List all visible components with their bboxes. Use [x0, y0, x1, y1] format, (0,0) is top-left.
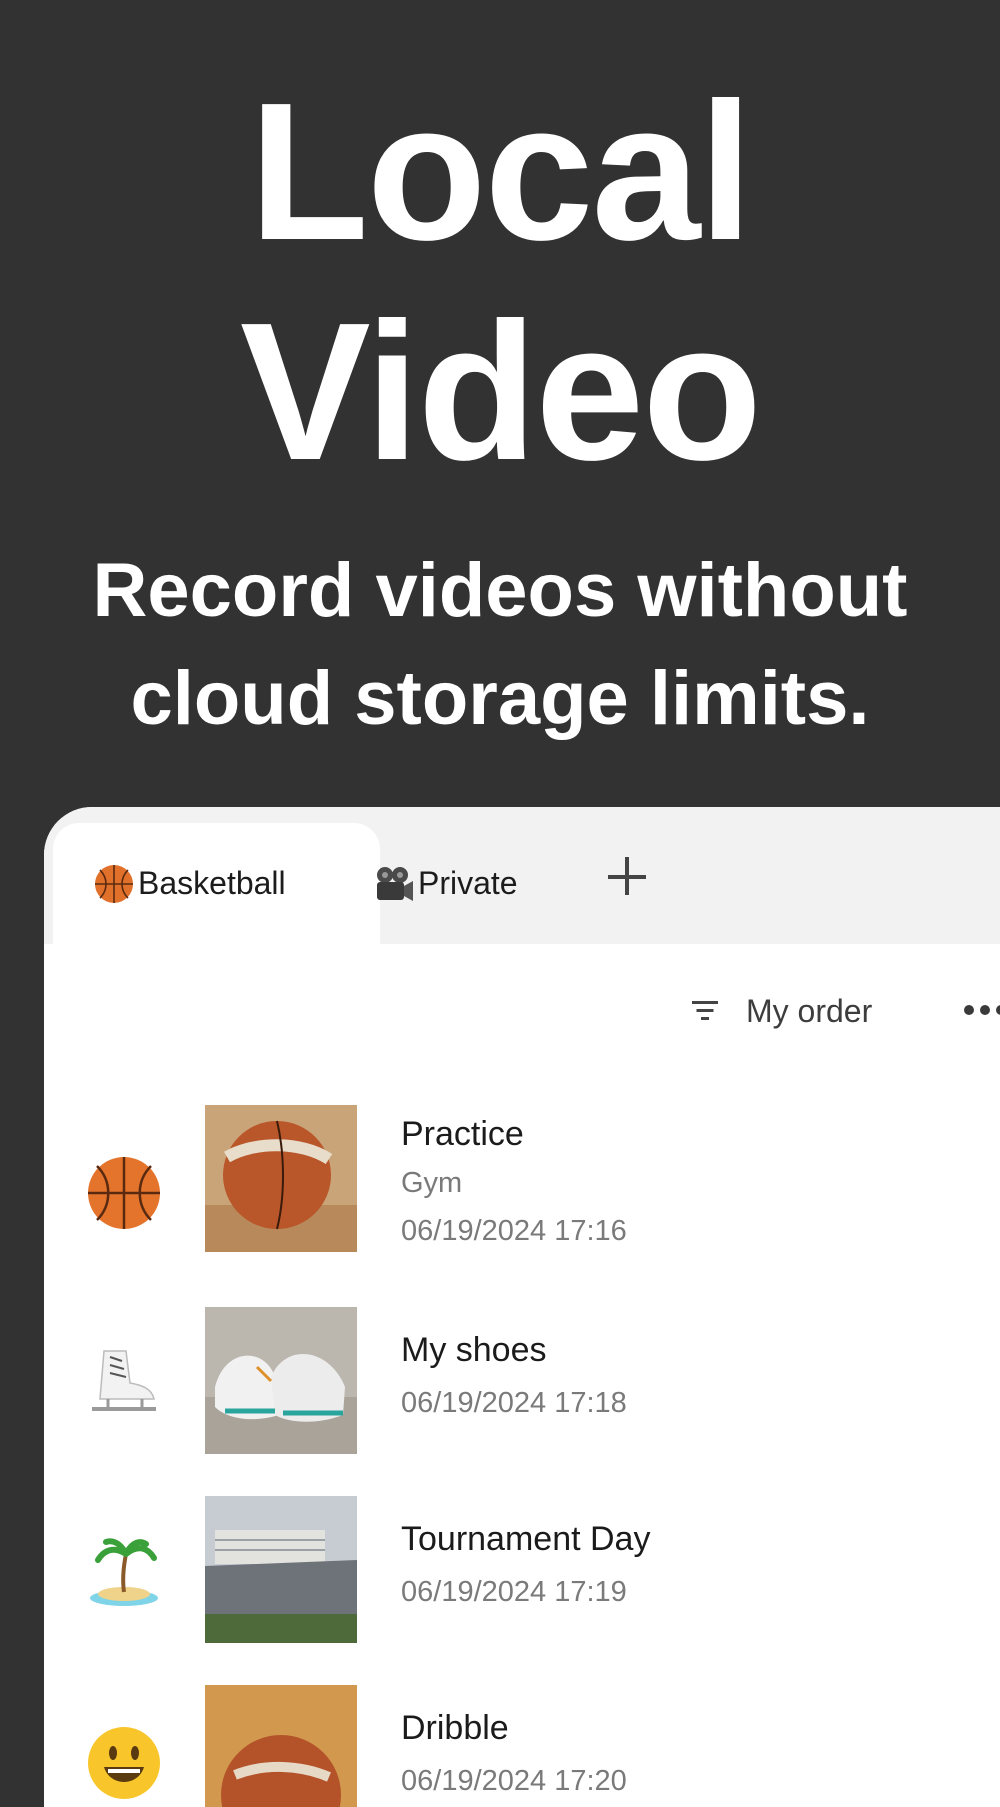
- tab-basketball-label: Basketball: [138, 865, 286, 901]
- ice-skate-icon: [92, 1350, 156, 1411]
- sort-button[interactable]: My order: [690, 983, 872, 1039]
- plus-icon[interactable]: [608, 857, 648, 897]
- tab-private[interactable]: Private: [374, 823, 518, 944]
- video-date: 06/19/2024 17:16: [401, 1215, 627, 1247]
- app-panel: Basketball Private My order Practice Gym…: [44, 807, 1000, 1807]
- video-thumbnail[interactable]: [205, 1685, 357, 1807]
- video-date: 06/19/2024 17:18: [401, 1387, 627, 1419]
- basketball-icon: [95, 864, 133, 903]
- filter-icon: [690, 999, 720, 1023]
- video-location: Gym: [401, 1167, 463, 1199]
- more-icon[interactable]: [964, 1005, 1000, 1015]
- headline-line-2: Video: [239, 282, 762, 501]
- video-date: 06/19/2024 17:20: [401, 1765, 627, 1797]
- video-title: My shoes: [401, 1331, 547, 1369]
- tab-basketball[interactable]: Basketball: [53, 823, 380, 944]
- video-thumbnail[interactable]: [205, 1307, 357, 1454]
- video-thumbnail[interactable]: [205, 1496, 357, 1643]
- subheadline-line-2: cloud storage limits.: [130, 656, 870, 741]
- tab-bar: Basketball Private: [44, 807, 1000, 944]
- sort-label: My order: [746, 992, 873, 1029]
- video-date: 06/19/2024 17:19: [401, 1576, 627, 1608]
- headline-line-1: Local: [249, 62, 753, 281]
- subheadline-line-1: Record videos without: [92, 548, 908, 633]
- movie-camera-icon: [377, 866, 413, 901]
- smiley-icon: [88, 1727, 160, 1799]
- video-title: Tournament Day: [401, 1520, 651, 1558]
- video-thumbnail[interactable]: [205, 1105, 357, 1252]
- video-title: Practice: [401, 1115, 524, 1153]
- video-title: Dribble: [401, 1709, 509, 1747]
- basketball-icon: [88, 1157, 160, 1229]
- desert-island-icon: [90, 1538, 158, 1606]
- tab-private-label: Private: [418, 865, 518, 901]
